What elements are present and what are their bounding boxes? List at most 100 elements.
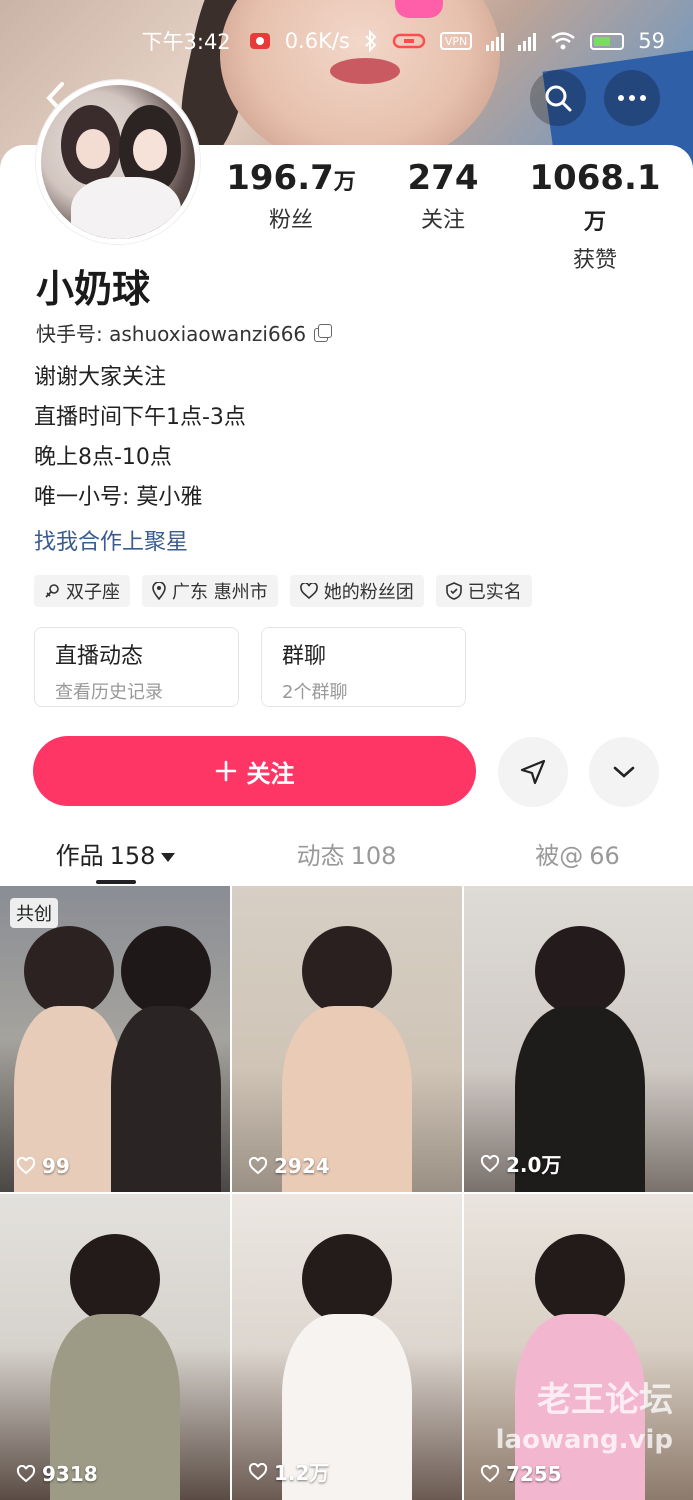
caret-down-icon bbox=[161, 852, 176, 862]
profile-stats: 196.7万 粉丝 274 关注 1068.1万 获赞 bbox=[215, 158, 685, 274]
tab-moments[interactable]: 动态 108 bbox=[231, 832, 462, 888]
video-thumbnail[interactable]: 2.0万 bbox=[464, 886, 693, 1192]
likes-count: 1068.1 bbox=[529, 158, 661, 198]
heart-icon bbox=[16, 1465, 36, 1483]
heart-icon bbox=[16, 1157, 36, 1175]
follow-label: 关注 bbox=[246, 759, 295, 788]
bio-line: 晚上8点-10点 bbox=[34, 445, 172, 470]
shield-check-icon bbox=[445, 582, 462, 600]
stat-following[interactable]: 274 关注 bbox=[367, 158, 519, 274]
likes-unit: 万 bbox=[583, 210, 606, 235]
likes-label: 获赞 bbox=[572, 248, 617, 273]
bio-line: 唯一小号: 莫小雅 bbox=[34, 485, 203, 510]
signal-icon-2 bbox=[518, 31, 537, 51]
watermark-line: laowang.vip bbox=[495, 1425, 673, 1455]
tab-count: 108 bbox=[350, 842, 397, 870]
likes-count: 7255 bbox=[506, 1462, 562, 1486]
avatar[interactable] bbox=[36, 80, 200, 244]
follow-button[interactable]: 关注 bbox=[33, 736, 476, 806]
vpn-icon: VPN bbox=[439, 32, 473, 50]
following-label: 关注 bbox=[420, 208, 465, 233]
likes-count: 2924 bbox=[274, 1154, 330, 1178]
video-thumbnail[interactable]: 2924 bbox=[232, 886, 462, 1192]
bluetooth-icon bbox=[364, 29, 378, 53]
profile-name: 小奶球 bbox=[36, 267, 151, 311]
video-likes: 2924 bbox=[248, 1154, 330, 1178]
status-bar: 下午3:42 0.6K/s VPN 59 bbox=[0, 24, 693, 58]
location-icon bbox=[152, 582, 166, 600]
copy-icon[interactable] bbox=[314, 323, 333, 342]
cooperation-link[interactable]: 找我合作上聚星 bbox=[34, 524, 188, 556]
battery-level: 59 bbox=[638, 29, 665, 53]
heart-icon bbox=[248, 1462, 268, 1480]
box-title: 直播动态 bbox=[55, 644, 144, 669]
followers-unit: 万 bbox=[333, 170, 356, 195]
video-likes: 1.2万 bbox=[248, 1457, 329, 1486]
bio-line: 谢谢大家关注 bbox=[34, 365, 167, 390]
tag-label: 广东 惠州市 bbox=[172, 582, 268, 603]
network-speed: 0.6K/s bbox=[284, 29, 350, 53]
stat-followers[interactable]: 196.7万 粉丝 bbox=[215, 158, 367, 274]
box-subtitle: 2个群聊 bbox=[282, 682, 348, 703]
watermark-line: 老王论坛 bbox=[537, 1380, 673, 1420]
tag-location[interactable]: 广东 惠州市 bbox=[142, 575, 278, 607]
followers-count: 196.7 bbox=[226, 158, 334, 198]
bio: 谢谢大家关注 直播时间下午1点-3点 晚上8点-10点 唯一小号: 莫小雅 bbox=[34, 358, 246, 518]
likes-count: 99 bbox=[42, 1154, 70, 1178]
live-history-box[interactable]: 直播动态 查看历史记录 bbox=[34, 627, 239, 707]
profile-tags: 双子座 广东 惠州市 她的粉丝团 已实名 bbox=[34, 575, 532, 607]
chevron-down-icon bbox=[613, 766, 635, 778]
tab-count: 66 bbox=[589, 842, 620, 870]
battery-icon bbox=[590, 32, 625, 50]
likes-count: 9318 bbox=[42, 1462, 98, 1486]
heart-icon bbox=[480, 1465, 500, 1483]
tag-zodiac[interactable]: 双子座 bbox=[34, 575, 130, 607]
following-count: 274 bbox=[407, 158, 479, 198]
tab-label: 作品 bbox=[55, 842, 104, 870]
tab-mentioned[interactable]: 被@ 66 bbox=[462, 832, 693, 888]
box-title: 群聊 bbox=[282, 644, 327, 669]
signal-icon-1 bbox=[486, 31, 505, 51]
tag-fan-club[interactable]: 她的粉丝团 bbox=[289, 575, 424, 607]
search-button[interactable] bbox=[530, 70, 586, 126]
watermark: 老王论坛 laowang.vip bbox=[496, 1380, 673, 1460]
video-likes: 7255 bbox=[480, 1462, 562, 1486]
kuaishou-id[interactable]: 快手号: ashuoxiaowanzi666 bbox=[36, 318, 333, 347]
video-thumbnail[interactable]: 1.2万 bbox=[232, 1194, 462, 1500]
co-creation-badge: 共创 bbox=[10, 898, 58, 928]
bio-line: 直播时间下午1点-3点 bbox=[34, 405, 246, 430]
tag-verified[interactable]: 已实名 bbox=[435, 575, 532, 607]
share-button[interactable] bbox=[498, 737, 568, 807]
followers-label: 粉丝 bbox=[268, 208, 313, 233]
kuaishou-id-text: 快手号: ashuoxiaowanzi666 bbox=[36, 322, 307, 346]
search-icon bbox=[545, 85, 572, 112]
box-subtitle: 查看历史记录 bbox=[55, 682, 163, 703]
stat-likes[interactable]: 1068.1 万 获赞 bbox=[519, 158, 671, 274]
more-button[interactable] bbox=[604, 70, 660, 126]
plus-icon bbox=[215, 760, 236, 782]
zodiac-icon bbox=[45, 584, 59, 598]
feature-boxes: 直播动态 查看历史记录 群聊 2个群聊 bbox=[34, 627, 466, 707]
tab-label: 被@ bbox=[535, 842, 584, 870]
send-icon bbox=[520, 759, 546, 785]
likes-count: 2.0万 bbox=[506, 1153, 562, 1177]
video-thumbnail[interactable]: 9318 bbox=[0, 1194, 230, 1500]
group-chat-box[interactable]: 群聊 2个群聊 bbox=[261, 627, 466, 707]
active-tab-indicator bbox=[96, 880, 136, 884]
video-likes: 9318 bbox=[16, 1462, 98, 1486]
tag-label: 她的粉丝团 bbox=[323, 582, 414, 603]
wifi-icon bbox=[550, 29, 576, 53]
likes-count: 1.2万 bbox=[274, 1461, 330, 1485]
link-icon bbox=[392, 29, 426, 53]
tag-label: 双子座 bbox=[66, 582, 120, 603]
tab-label: 动态 bbox=[296, 842, 345, 870]
expand-button[interactable] bbox=[589, 737, 659, 807]
video-thumbnail[interactable]: 共创 99 bbox=[0, 886, 230, 1192]
heart-icon bbox=[248, 1157, 268, 1175]
video-likes: 99 bbox=[16, 1154, 70, 1178]
status-time: 下午3:42 bbox=[141, 30, 231, 54]
heart-icon bbox=[480, 1154, 500, 1172]
app-notification-icon bbox=[249, 29, 271, 53]
tab-count: 158 bbox=[109, 842, 156, 870]
tag-label: 已实名 bbox=[467, 582, 522, 603]
